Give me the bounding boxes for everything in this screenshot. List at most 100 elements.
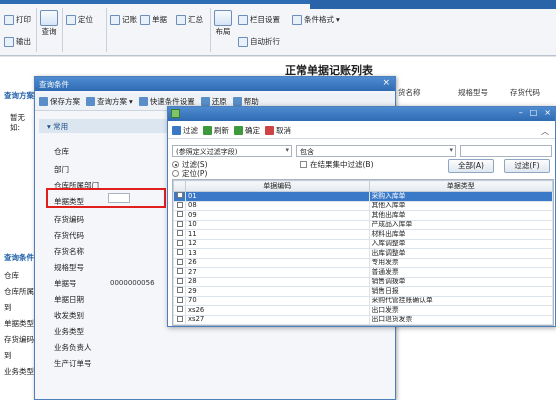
row-checkbox[interactable]: [173, 314, 186, 325]
table-row[interactable]: 11 材料出库单: [173, 229, 553, 240]
table-row[interactable]: 27 普通发票: [173, 267, 553, 278]
chevron-down-icon: ▾: [285, 146, 289, 154]
common-section-header[interactable]: ▾ 常用: [39, 119, 169, 133]
filter-value-input[interactable]: [460, 145, 552, 157]
columns-icon: [238, 14, 248, 25]
table-row[interactable]: xs26 出口发票: [173, 305, 553, 316]
row-checkbox[interactable]: [173, 210, 186, 221]
row-checkbox[interactable]: [173, 267, 186, 278]
row-checkbox[interactable]: [173, 305, 186, 316]
checkbox-box: [176, 315, 183, 322]
print-button[interactable]: 打印: [4, 14, 31, 25]
row-checkbox[interactable]: [173, 191, 186, 202]
filter-button[interactable]: 过滤: [172, 125, 198, 136]
wrap-icon: [238, 36, 248, 47]
doc-type-cell: 产成品入库单: [368, 219, 553, 230]
all-button[interactable]: 全部(A): [448, 159, 494, 173]
left-query-panel: 查询方案 暂无 如: 查询条件 仓库 仓库所属 到 单据类型 存货编码 到 业务…: [0, 80, 36, 400]
row-checkbox[interactable]: [173, 238, 186, 249]
locate-button[interactable]: 定位: [66, 14, 93, 25]
operator-select[interactable]: 包含 ▾: [296, 145, 456, 157]
row-checkbox[interactable]: [173, 229, 186, 240]
chevron-up-icon[interactable]: ︿: [541, 126, 549, 137]
document-button[interactable]: 单据: [140, 14, 167, 25]
table-row[interactable]: 01 采购入库单: [173, 191, 553, 202]
doc-type-cell: 专用发票: [368, 257, 553, 268]
table-row[interactable]: 26 专用发票: [173, 257, 553, 268]
query-scheme-button[interactable]: 查询方案 ▾: [86, 96, 133, 107]
layout-button[interactable]: 布局: [214, 10, 232, 37]
ribbon-divider: [210, 8, 211, 52]
table-row[interactable]: 28 销售调拨单: [173, 276, 553, 287]
cond-doc-no-label: 单据号: [54, 279, 77, 288]
posting-button[interactable]: 记账: [110, 14, 137, 25]
row-checkbox[interactable]: [173, 219, 186, 230]
query-condition-label: 查询条件: [4, 253, 34, 262]
query-scheme-hint: 如:: [10, 123, 21, 132]
checkbox-box: [176, 211, 183, 217]
checkbox-box: [176, 230, 183, 236]
doc-code-cell: 08: [185, 200, 370, 211]
checkbox-box: [300, 161, 307, 168]
radio-dot: [172, 161, 179, 168]
table-row[interactable]: 08 其他入库单: [173, 200, 553, 211]
row-checkbox[interactable]: [173, 286, 186, 297]
row-checkbox[interactable]: [173, 295, 186, 306]
column-settings-button[interactable]: 栏目设置: [238, 14, 280, 25]
row-checkbox[interactable]: [173, 248, 186, 259]
table-row[interactable]: 70 采购代管挂账确认单: [173, 295, 553, 306]
query-button[interactable]: 查询: [40, 10, 58, 37]
field-select[interactable]: (参照定义过滤字段) ▾: [172, 145, 292, 157]
doc-code-cell: 27: [185, 267, 370, 278]
table-row[interactable]: 29 销售日报: [173, 286, 553, 297]
row-checkbox[interactable]: [173, 200, 186, 211]
refresh-button[interactable]: 刷新: [203, 125, 229, 136]
table-row[interactable]: xs27 出口退货发票: [173, 314, 553, 325]
table-row[interactable]: 13 出库调整单: [173, 248, 553, 259]
left-to: 到: [4, 303, 12, 312]
close-icon[interactable]: ×: [544, 108, 551, 117]
maximize-icon[interactable]: □: [530, 108, 538, 117]
radio-locate[interactable]: 定位(P): [172, 168, 207, 179]
doc-type-cell: 出口退货发票: [368, 314, 553, 325]
row-checkbox[interactable]: [173, 276, 186, 287]
checkbox-box: [176, 249, 183, 255]
doc-type-cell: 销售调拨单: [368, 276, 553, 287]
doc-code-cell: 11: [185, 229, 370, 240]
row-checkbox[interactable]: [173, 257, 186, 268]
cond-warehouse-label: 仓库: [54, 147, 69, 156]
cond-production-order-label: 生产订单号: [54, 359, 92, 368]
minimize-icon[interactable]: –: [519, 108, 523, 117]
confirm-button[interactable]: 确定: [234, 125, 260, 136]
grid-header-type: 单据类型: [368, 180, 553, 192]
help-icon: [232, 97, 242, 106]
restore-icon: [200, 97, 210, 106]
doc-code-cell: 10: [185, 219, 370, 230]
filter-dialog-titlebar: – □ ×: [168, 107, 555, 121]
cancel-button[interactable]: 取消: [265, 125, 291, 136]
close-icon[interactable]: ×: [382, 78, 390, 88]
ribbon-divider: [62, 8, 63, 52]
layout-icon: [214, 10, 232, 26]
save-scheme-button[interactable]: 保存方案: [39, 96, 80, 107]
table-row[interactable]: 09 其他出库单: [173, 210, 553, 221]
filter-in-result-checkbox[interactable]: 在结果集中过滤(B): [300, 159, 374, 170]
doc-code-cell: 70: [185, 295, 370, 306]
cond-dept-label: 部门: [54, 165, 69, 174]
doc-type-cell: 采购代管挂账确认单: [368, 295, 553, 306]
doc-type-cell: 采购入库单: [368, 191, 553, 202]
doc-type-cell: 出库调整单: [368, 248, 553, 259]
filter-apply-button[interactable]: 过滤(F): [504, 159, 550, 173]
document-icon: [140, 14, 150, 25]
column-header-code: 存货代码: [510, 88, 540, 97]
checkbox-box: [176, 287, 183, 293]
radio-dot: [172, 170, 179, 177]
format-icon: [292, 14, 302, 25]
summary-button[interactable]: 汇总: [176, 14, 203, 25]
table-row[interactable]: 10 产成品入库单: [173, 219, 553, 230]
condition-format-button[interactable]: 条件格式 ▾: [292, 14, 340, 25]
table-row[interactable]: 12 入库调整单: [173, 238, 553, 249]
output-button[interactable]: 输出: [4, 36, 31, 47]
auto-wrap-button[interactable]: 自动折行: [238, 36, 280, 47]
doc-no-field[interactable]: 0000000056: [110, 279, 155, 287]
